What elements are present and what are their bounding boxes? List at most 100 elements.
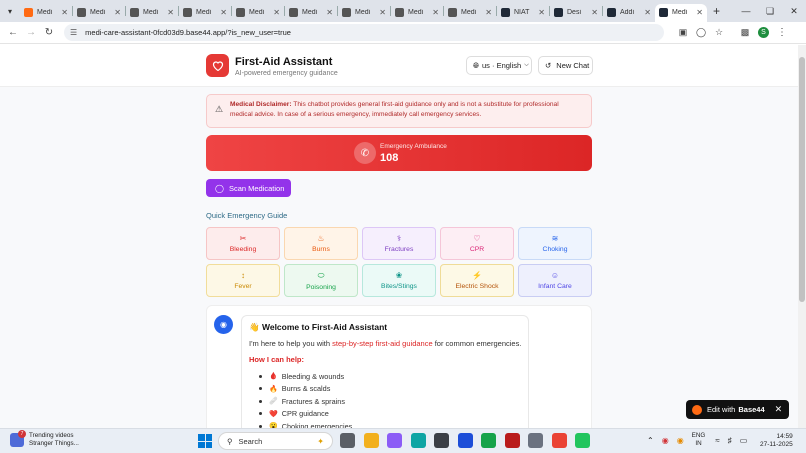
flame-icon: ♨ — [317, 234, 325, 243]
new-tab-icon[interactable]: + — [713, 4, 720, 18]
extensions-icon[interactable]: ▩ — [736, 27, 754, 38]
guide-card-choking[interactable]: ≋ Choking — [518, 227, 592, 260]
guide-card-label: Burns — [312, 246, 330, 253]
tab-close-icon[interactable]: ✕ — [220, 8, 227, 17]
guide-card-cpr[interactable]: ♡ CPR — [440, 227, 514, 260]
chevron-up-icon[interactable]: ⌃ — [647, 436, 654, 445]
tab-favicon-icon — [395, 8, 404, 17]
copilot-app-icon[interactable] — [387, 433, 402, 448]
language-select[interactable]: 🌐︎ us · English ⌵ — [466, 56, 532, 75]
news-widget[interactable]: 7 Trending videos Stranger Things... — [10, 430, 79, 448]
new-chat-button[interactable]: ↺ New Chat — [538, 56, 593, 75]
guide-card-fever[interactable]: ↕ Fever — [206, 264, 280, 297]
tab-title: Medi — [196, 9, 212, 16]
minimize-icon[interactable]: — — [734, 6, 758, 16]
guide-card-burns[interactable]: ♨ Burns — [284, 227, 358, 260]
task-view-icon[interactable] — [340, 433, 355, 448]
guide-card-fractures[interactable]: ⚕ Fractures — [362, 227, 436, 260]
chatgpt-icon[interactable] — [528, 433, 543, 448]
hp-icon[interactable] — [457, 433, 473, 448]
tab-close-icon[interactable]: ✕ — [696, 8, 703, 17]
bleeding-icon: ✂ — [239, 234, 247, 243]
close-window-icon[interactable]: ✕ — [782, 6, 806, 17]
guide-card-label: Bleeding — [229, 246, 257, 253]
browser-tab[interactable]: Addi ✕ — [603, 4, 655, 22]
windows-start-icon[interactable] — [198, 434, 212, 448]
install-app-icon[interactable]: ▣ — [674, 27, 692, 38]
tab-search-icon[interactable]: ▾ — [0, 0, 20, 22]
tab-favicon-icon — [77, 8, 86, 17]
volume-icon[interactable]: ♯ — [728, 436, 732, 445]
browser-tab[interactable]: NIAT ✕ — [497, 4, 549, 22]
help-list-item: 🩹 Fractures & sprains — [259, 395, 352, 408]
tab-close-icon[interactable]: ✕ — [326, 8, 333, 17]
bot-avatar-icon: ◉ — [214, 315, 233, 334]
browser-tab[interactable]: Desi ✕ — [550, 4, 602, 22]
input-language-indicator[interactable]: ENG IN — [692, 432, 706, 448]
taskbar-clock[interactable]: 14:59 27-11-2025 — [760, 433, 793, 449]
guide-card-infant-care[interactable]: ☺ Infant Care — [518, 264, 592, 297]
browser-tab[interactable]: Medi ✕ — [655, 3, 707, 22]
address-bar[interactable]: ☰ medi-care-assistant-0fcd03d9.base44.ap… — [64, 24, 664, 41]
tab-close-icon[interactable]: ✕ — [61, 8, 68, 17]
browser-tab[interactable]: Medi ✕ — [338, 4, 390, 22]
site-info-icon[interactable]: ☰ — [70, 28, 77, 37]
tab-close-icon[interactable]: ✕ — [167, 8, 174, 17]
browser-tab[interactable]: Medi ✕ — [73, 4, 125, 22]
pill-icon: ◯ — [215, 183, 224, 193]
browser-tab[interactable]: Medi ✕ — [20, 4, 72, 22]
tab-close-icon[interactable]: ✕ — [114, 8, 121, 17]
forward-icon[interactable]: → — [22, 27, 40, 38]
tab-close-icon[interactable]: ✕ — [273, 8, 280, 17]
tab-close-icon[interactable]: ✕ — [591, 8, 598, 17]
guide-card-bleeding[interactable]: ✂ Bleeding — [206, 227, 280, 260]
wifi-icon[interactable]: ≈ — [715, 436, 719, 445]
bookmark-star-icon[interactable]: ☆ — [710, 27, 728, 38]
restore-icon[interactable]: ❏ — [758, 6, 782, 17]
taskbar-search[interactable]: ⚲ Search ✦ — [218, 432, 333, 450]
battery-icon[interactable]: ▭ — [740, 436, 748, 445]
back-icon[interactable]: ← — [4, 27, 22, 38]
tab-close-icon[interactable]: ✕ — [379, 8, 386, 17]
tab-title: Addi — [620, 9, 635, 16]
security-icon[interactable]: ◉ — [662, 436, 669, 445]
browser-menu-icon[interactable]: ⋮ — [773, 27, 791, 38]
help-item-text: Fractures & sprains — [281, 396, 345, 406]
whatsapp-icon[interactable] — [575, 433, 590, 448]
guide-card-electric-shock[interactable]: ⚡ Electric Shock — [440, 264, 514, 297]
mcafee-icon[interactable] — [504, 433, 520, 448]
edit-with-base44-badge[interactable]: Edit with Base44 ✕ — [686, 400, 789, 419]
emergency-ambulance-card[interactable]: ✆ Emergency Ambulance 108 — [206, 135, 592, 171]
browser-tab[interactable]: Medi ✕ — [126, 4, 178, 22]
guide-card-bites-stings[interactable]: ❀ Bites/Stings — [362, 264, 436, 297]
lang-top: ENG — [691, 432, 706, 439]
scrollbar-thumb[interactable] — [799, 57, 805, 302]
browser-tab[interactable]: Medi ✕ — [285, 4, 337, 22]
tab-close-icon[interactable]: ✕ — [538, 8, 545, 17]
app-icon[interactable] — [481, 433, 496, 448]
browser-tab[interactable]: Medi ✕ — [232, 4, 284, 22]
tab-close-icon[interactable]: ✕ — [485, 8, 492, 17]
browser-tab[interactable]: Medi ✕ — [179, 4, 231, 22]
browser-tab[interactable]: Medi ✕ — [391, 4, 443, 22]
edge-icon[interactable] — [410, 433, 426, 448]
tab-favicon-icon — [289, 8, 298, 17]
tab-close-icon[interactable]: ✕ — [432, 8, 439, 17]
chrome-icon[interactable] — [551, 433, 567, 448]
guide-card-label: Fever — [234, 283, 252, 290]
tab-close-icon[interactable]: ✕ — [644, 8, 651, 17]
tab-favicon-icon — [236, 8, 245, 17]
browser-tab[interactable]: Medi ✕ — [444, 4, 496, 22]
scan-medication-button[interactable]: ◯ Scan Medication — [206, 179, 291, 197]
close-badge-icon[interactable]: ✕ — [775, 404, 783, 415]
page-scrollbar[interactable] — [798, 45, 806, 428]
tab-favicon-icon — [554, 8, 563, 17]
store-icon[interactable] — [434, 433, 449, 448]
heart-icon: ♡ — [473, 234, 481, 243]
guide-card-poisoning[interactable]: ⬭ Poisoning — [284, 264, 358, 297]
app-tray-icon[interactable]: ◉ — [677, 436, 684, 445]
reload-icon[interactable]: ↻ — [40, 27, 58, 38]
file-explorer-icon[interactable] — [363, 433, 379, 448]
translate-icon[interactable]: ◯ — [692, 27, 710, 38]
profile-avatar[interactable]: S — [758, 27, 769, 38]
